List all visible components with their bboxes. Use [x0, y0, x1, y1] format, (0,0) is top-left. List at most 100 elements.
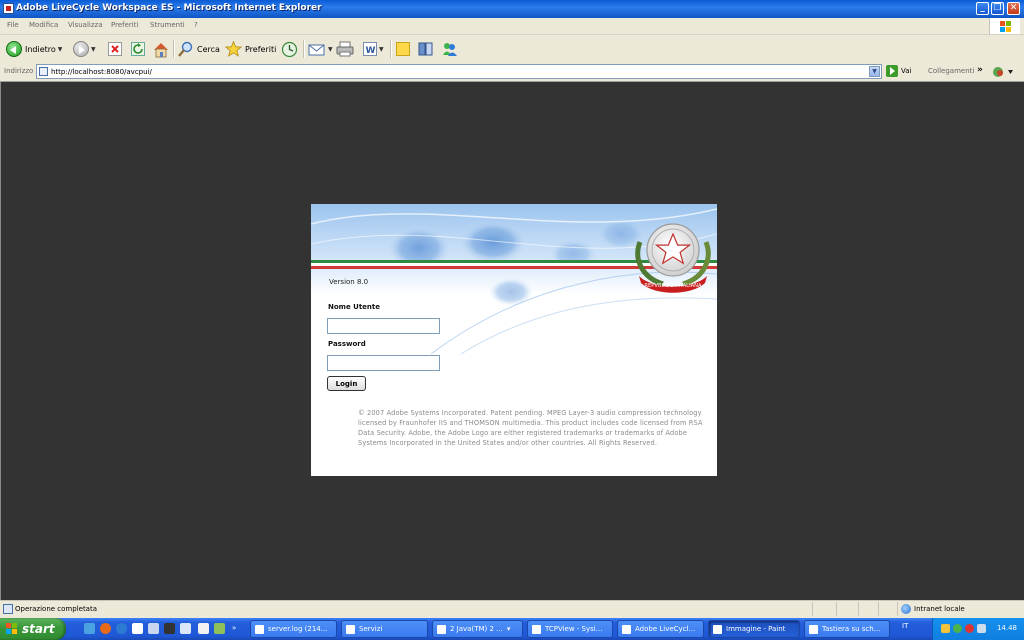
tray-alert-icon[interactable] [965, 624, 974, 633]
security-zone-label: Intranet locale [914, 605, 965, 613]
quicklaunch-window-icon[interactable] [198, 623, 209, 634]
messenger-button[interactable] [441, 39, 458, 59]
quicklaunch-more-icon[interactable]: » [232, 624, 236, 632]
page-status-icon [3, 604, 13, 614]
print-button[interactable] [336, 39, 354, 59]
menu-file[interactable]: File [7, 21, 19, 29]
address-bar: Indirizzo ▼ Vai Collegamenti » [0, 63, 1024, 82]
copyright-text: © 2007 Adobe Systems Incorporated. Paten… [358, 409, 703, 447]
forward-button[interactable]: ▼ [73, 39, 96, 59]
tcpview-icon [532, 624, 541, 634]
quicklaunch-notepad-icon[interactable] [180, 623, 191, 634]
minimize-button[interactable]: _ [976, 2, 989, 15]
svg-text:W: W [366, 46, 376, 55]
paint-icon [713, 624, 722, 634]
research-icon [418, 42, 433, 56]
clock[interactable]: 14.48 [997, 624, 1017, 632]
windows-flag-icon [6, 623, 18, 635]
task-tcpview[interactable]: TCPView - Sysi... [527, 620, 613, 638]
quicklaunch-firefox-icon[interactable] [100, 623, 111, 634]
star-icon [225, 41, 242, 57]
quicklaunch-ie-icon[interactable] [84, 623, 95, 634]
menu-help[interactable]: ? [194, 21, 198, 29]
menu-bar: File Modifica Visualizza Preferiti Strum… [0, 18, 1024, 35]
chevron-down-icon: ▼ [57, 45, 63, 53]
back-button[interactable]: Indietro ▼ [6, 39, 62, 59]
favorites-label: Preferiti [245, 44, 277, 54]
login-button[interactable]: Login [327, 376, 366, 391]
home-icon [154, 42, 168, 57]
go-arrow-icon [886, 65, 898, 77]
quicklaunch-tools-icon[interactable] [148, 623, 159, 634]
windows-logo-icon [989, 18, 1020, 34]
title-bar: Adobe LiveCycle Workspace ES - Microsoft… [0, 0, 1024, 18]
status-text: Operazione completata [15, 605, 98, 613]
intranet-zone-icon [901, 604, 911, 614]
close-button[interactable]: ✕ [1007, 2, 1020, 15]
services-icon [346, 624, 355, 634]
toolbar-options-icon[interactable] [992, 66, 1014, 78]
messenger-icon [443, 43, 457, 56]
stop-icon [108, 42, 122, 56]
task-servizi[interactable]: Servizi [341, 620, 428, 638]
password-input[interactable] [327, 355, 440, 371]
task-adobe-livecycle[interactable]: Adobe LiveCycl... [617, 620, 704, 638]
research-button[interactable] [418, 39, 434, 59]
tray-app-icon[interactable] [953, 624, 962, 633]
chevron-down-icon: ▼ [379, 45, 384, 53]
login-panel: REPVBBLICA ITALIANA Version 8.0 Nome Ute… [311, 204, 717, 476]
history-button[interactable] [281, 39, 298, 59]
search-label: Cerca [197, 44, 220, 54]
chevron-down-icon: ▾ [506, 625, 511, 633]
quicklaunch-network-icon[interactable] [214, 623, 225, 634]
chevron-down-icon: ▼ [328, 45, 333, 53]
restore-button[interactable]: ❐ [991, 2, 1004, 15]
task-on-screen-keyboard[interactable]: Tastiera su sch... [804, 620, 890, 638]
links-more-button[interactable]: » [977, 65, 983, 75]
address-input[interactable] [51, 66, 861, 77]
start-button[interactable]: start [0, 618, 66, 640]
mail-button[interactable]: ▼ [308, 39, 333, 59]
stop-button[interactable] [108, 39, 122, 59]
menu-strumenti[interactable]: Strumenti [150, 21, 185, 29]
toolbar: Indietro ▼ ▼ Cerca Preferiti ▼ W ▼ [0, 35, 1024, 64]
search-button[interactable]: Cerca [178, 39, 220, 59]
quicklaunch-document-icon[interactable] [132, 623, 143, 634]
language-indicator[interactable]: IT [902, 622, 908, 630]
mail-icon [308, 44, 325, 55]
chevron-down-icon: ▼ [91, 45, 96, 53]
task-java[interactable]: 2 Java(TM) 2 ... ▾ [432, 620, 523, 638]
system-tray: 14.48 [932, 618, 1024, 640]
go-button[interactable]: Vai [886, 65, 911, 77]
version-label: Version 8.0 [329, 278, 369, 286]
start-label: start [22, 622, 55, 636]
menu-modifica[interactable]: Modifica [29, 21, 58, 29]
quicklaunch-app-icon[interactable] [164, 623, 175, 634]
refresh-button[interactable] [131, 39, 145, 59]
svg-text:REPVBBLICA ITALIANA: REPVBBLICA ITALIANA [644, 283, 702, 289]
links-button[interactable]: Collegamenti [928, 67, 974, 75]
quicklaunch-ie-alt-icon[interactable] [116, 623, 127, 634]
task-server-log[interactable]: server.log (214... [250, 620, 337, 638]
task-paint[interactable]: Immagine - Paint [708, 620, 800, 638]
history-icon [281, 41, 298, 57]
ie-window-icon[interactable] [3, 3, 14, 14]
notes-button[interactable] [396, 39, 410, 59]
address-field-container: ▼ [36, 64, 882, 79]
printer-icon [336, 41, 354, 57]
username-input[interactable] [327, 318, 440, 334]
menu-preferiti[interactable]: Preferiti [111, 21, 138, 29]
forward-arrow-icon [73, 41, 89, 57]
back-arrow-icon [6, 41, 22, 57]
home-button[interactable] [152, 39, 170, 59]
note-icon [396, 42, 410, 56]
security-shield-icon[interactable] [941, 624, 950, 633]
status-bar: Operazione completata Intranet locale [0, 600, 1024, 618]
password-label: Password [328, 340, 366, 348]
network-icon[interactable] [977, 624, 986, 633]
address-dropdown-icon[interactable]: ▼ [869, 66, 880, 77]
menu-visualizza[interactable]: Visualizza [68, 21, 102, 29]
favorites-button[interactable]: Preferiti [225, 39, 276, 59]
edit-button[interactable]: W ▼ [363, 39, 384, 59]
address-label: Indirizzo [4, 67, 34, 75]
